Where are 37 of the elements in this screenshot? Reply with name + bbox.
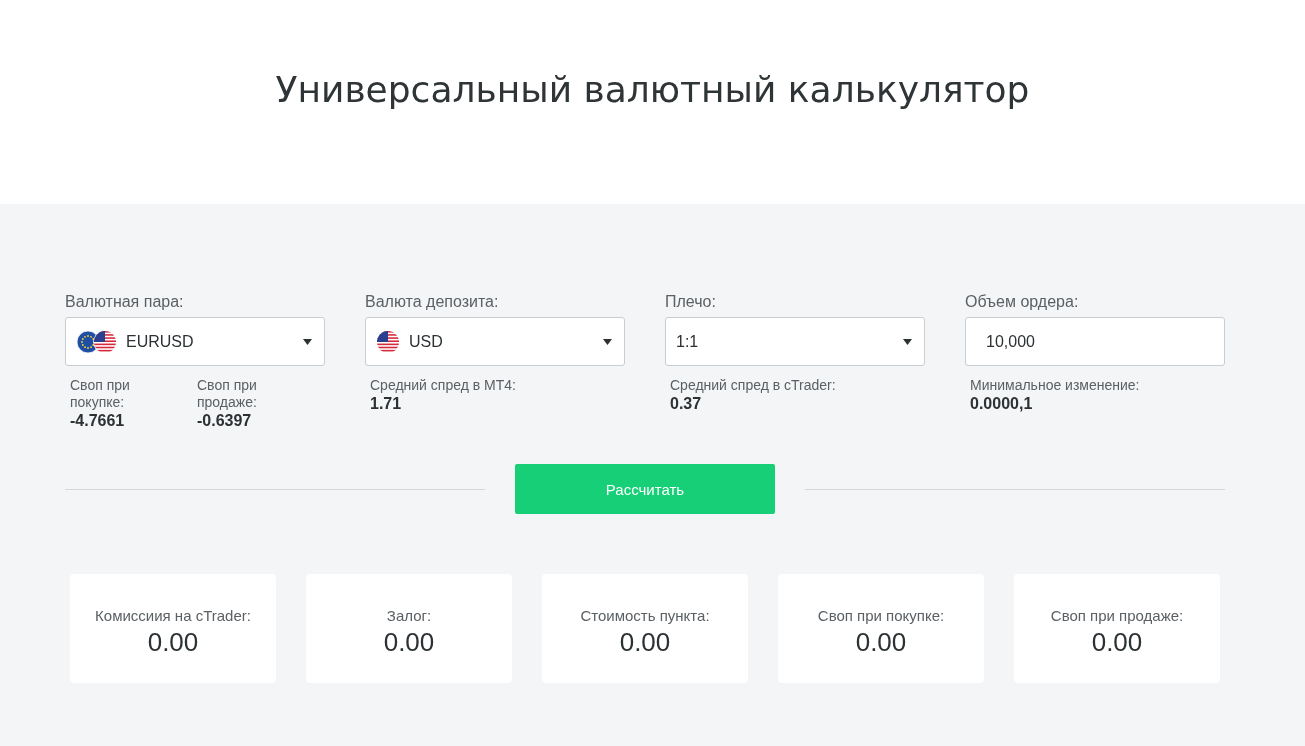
result-value: 0.00 [855,627,907,657]
field-label: Валютная пара: [65,292,184,312]
dropdown-value: USD [409,332,444,351]
info-label: Средний спред в MT4: [370,377,516,394]
result-value: 0.00 [1091,627,1143,657]
dropdown-value: EURUSD [126,332,195,351]
info-label: Средний спред в cTrader: [670,377,836,394]
field-label: Плечо: [665,292,716,312]
result-label: Своп при покупке: [817,607,945,625]
round-flags-icon [77,330,116,353]
info-value: 0.37 [670,394,702,414]
page-title: Универсальный валютный калькулятор [275,68,1030,112]
caret-icon [603,338,612,345]
input-field[interactable]: 10,000 [965,317,1225,366]
result-label: Стоимость пункта: [580,607,710,625]
result-value: 0.00 [147,627,199,657]
info-value: 0.0000,1 [970,394,1033,414]
info-value: -4.7661 [70,411,125,431]
dropdown-select[interactable]: 1:1 [665,317,925,366]
dropdown-value: 1:1 [676,332,700,351]
field-label: Валюта депозита: [365,292,499,312]
info-value: 1.71 [370,394,402,414]
result-value: 0.00 [383,627,435,657]
info-label: Своп при продаже: [197,377,258,411]
result-label: Своп при продаже: [1050,607,1184,625]
round-flag-icon [377,330,399,353]
info-label: Своп при покупке: [70,377,131,411]
result-label: Комиссиия на cTrader: [95,607,251,625]
dropdown-select[interactable]: EURUSD [65,317,325,366]
result-label: Залог: [386,607,432,625]
dropdown-select[interactable]: USD [365,317,625,366]
caret-icon [303,338,312,345]
field-label: Объем ордера: [965,292,1079,312]
caret-icon [903,338,912,345]
result-value: 0.00 [619,627,671,657]
info-label: Минимальное изменение: [970,377,1140,394]
info-value: -0.6397 [197,411,252,431]
